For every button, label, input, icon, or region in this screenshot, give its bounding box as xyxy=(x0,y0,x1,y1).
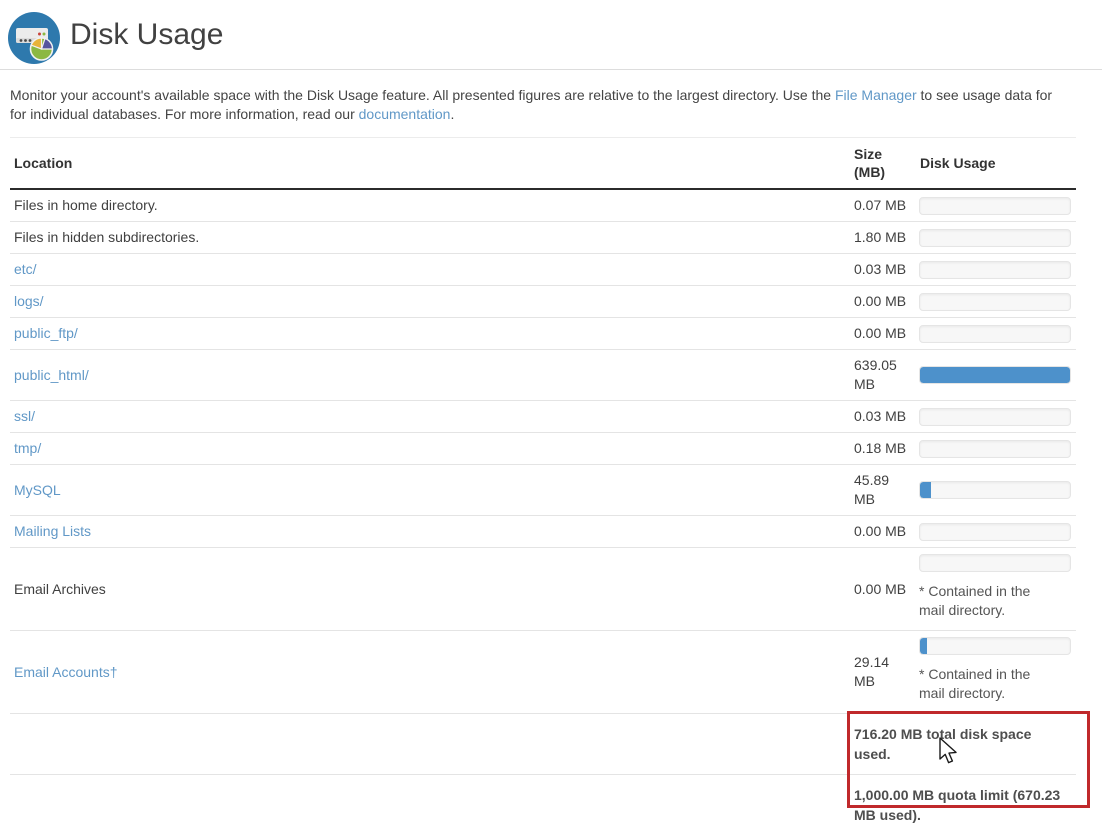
usage-bar-fill xyxy=(920,638,927,654)
intro-line1: Monitor your account's available space w… xyxy=(10,87,835,103)
column-header-location: Location xyxy=(10,138,848,190)
disk-usage-icon xyxy=(8,12,60,64)
quota-limit: 1,000.00 MB quota limit (670.23 MB used)… xyxy=(854,785,1069,825)
usage-bar-fill xyxy=(920,367,1070,383)
location-link[interactable]: MySQL xyxy=(14,482,61,498)
size-value: 0.03 MB xyxy=(854,260,906,279)
size-value: 0.00 MB xyxy=(854,324,906,343)
table-row: Files in hidden subdirectories. 1.80 MB xyxy=(10,222,1076,254)
location-link[interactable]: etc/ xyxy=(14,261,37,277)
table-row: public_html/ 639.05 MB xyxy=(10,350,1076,401)
column-header-disk-usage: Disk Usage xyxy=(914,138,1076,190)
size-value: 0.00 MB xyxy=(854,580,906,599)
location-link[interactable]: ssl/ xyxy=(14,408,35,424)
usage-bar xyxy=(919,325,1071,343)
usage-bar xyxy=(919,481,1071,499)
size-value: 0.18 MB xyxy=(854,439,906,458)
location-link[interactable]: public_ftp/ xyxy=(14,325,78,341)
size-value: 0.00 MB xyxy=(854,522,906,541)
location-label: Email Archives xyxy=(14,581,106,597)
disk-usage-table: Location Size (MB) Disk Usage Files in h… xyxy=(10,137,1076,835)
contained-note: * Contained in the mail directory. xyxy=(919,582,1044,620)
size-value: 45.89 MB xyxy=(854,471,912,509)
table-header-row: Location Size (MB) Disk Usage xyxy=(10,138,1076,190)
location-label: Files in home directory. xyxy=(14,197,158,213)
location-link[interactable]: Email Accounts† xyxy=(14,664,118,680)
table-row: ssl/ 0.03 MB xyxy=(10,401,1076,433)
usage-bar xyxy=(919,229,1071,247)
contained-note: * Contained in the mail directory. xyxy=(919,665,1044,703)
usage-bar xyxy=(919,293,1071,311)
usage-bar xyxy=(919,637,1071,655)
page-header: Disk Usage xyxy=(0,0,1102,70)
location-link[interactable]: Mailing Lists xyxy=(14,523,91,539)
size-value: 639.05 MB xyxy=(854,356,912,394)
page-title: Disk Usage xyxy=(70,18,223,52)
location-link[interactable]: public_html/ xyxy=(14,367,89,383)
usage-bar xyxy=(919,440,1071,458)
size-value: 0.00 MB xyxy=(854,292,906,311)
location-link[interactable]: logs/ xyxy=(14,293,44,309)
table-row: Email Archives 0.00 MB * Contained in th… xyxy=(10,548,1076,631)
file-manager-link[interactable]: File Manager xyxy=(835,87,917,103)
table-row: Mailing Lists 0.00 MB xyxy=(10,516,1076,548)
table-row: Files in home directory. 0.07 MB xyxy=(10,189,1076,222)
size-value: 1.80 MB xyxy=(854,228,906,247)
usage-bar xyxy=(919,366,1071,384)
pie-chart-icon xyxy=(31,38,53,60)
table-row: etc/ 0.03 MB xyxy=(10,254,1076,286)
total-disk-space-used: 716.20 MB total disk space used. xyxy=(854,724,1069,764)
quota-limit-row: 1,000.00 MB quota limit (670.23 MB used)… xyxy=(10,775,1076,835)
size-value: 0.03 MB xyxy=(854,407,906,426)
location-link[interactable]: tmp/ xyxy=(14,440,41,456)
table-row: Email Accounts† 29.14 MB * Contained in … xyxy=(10,631,1076,714)
usage-bar xyxy=(919,523,1071,541)
size-value: 0.07 MB xyxy=(854,196,906,215)
table-row: logs/ 0.00 MB xyxy=(10,286,1076,318)
documentation-link[interactable]: documentation xyxy=(359,106,451,122)
size-value: 29.14 MB xyxy=(854,653,912,691)
table-row: tmp/ 0.18 MB xyxy=(10,433,1076,465)
table-row: MySQL 45.89 MB xyxy=(10,465,1076,516)
total-used-row: 716.20 MB total disk space used. xyxy=(10,714,1076,775)
intro-text: Monitor your account's available space w… xyxy=(10,86,1092,123)
usage-bar xyxy=(919,261,1071,279)
table-row: public_ftp/ 0.00 MB xyxy=(10,318,1076,350)
column-header-size: Size (MB) xyxy=(848,138,914,190)
usage-bar xyxy=(919,197,1071,215)
usage-bar xyxy=(919,554,1071,572)
intro-line2: for individual databases. For more infor… xyxy=(10,106,359,122)
location-label: Files in hidden subdirectories. xyxy=(14,229,199,245)
usage-bar-fill xyxy=(920,482,931,498)
usage-bar xyxy=(919,408,1071,426)
